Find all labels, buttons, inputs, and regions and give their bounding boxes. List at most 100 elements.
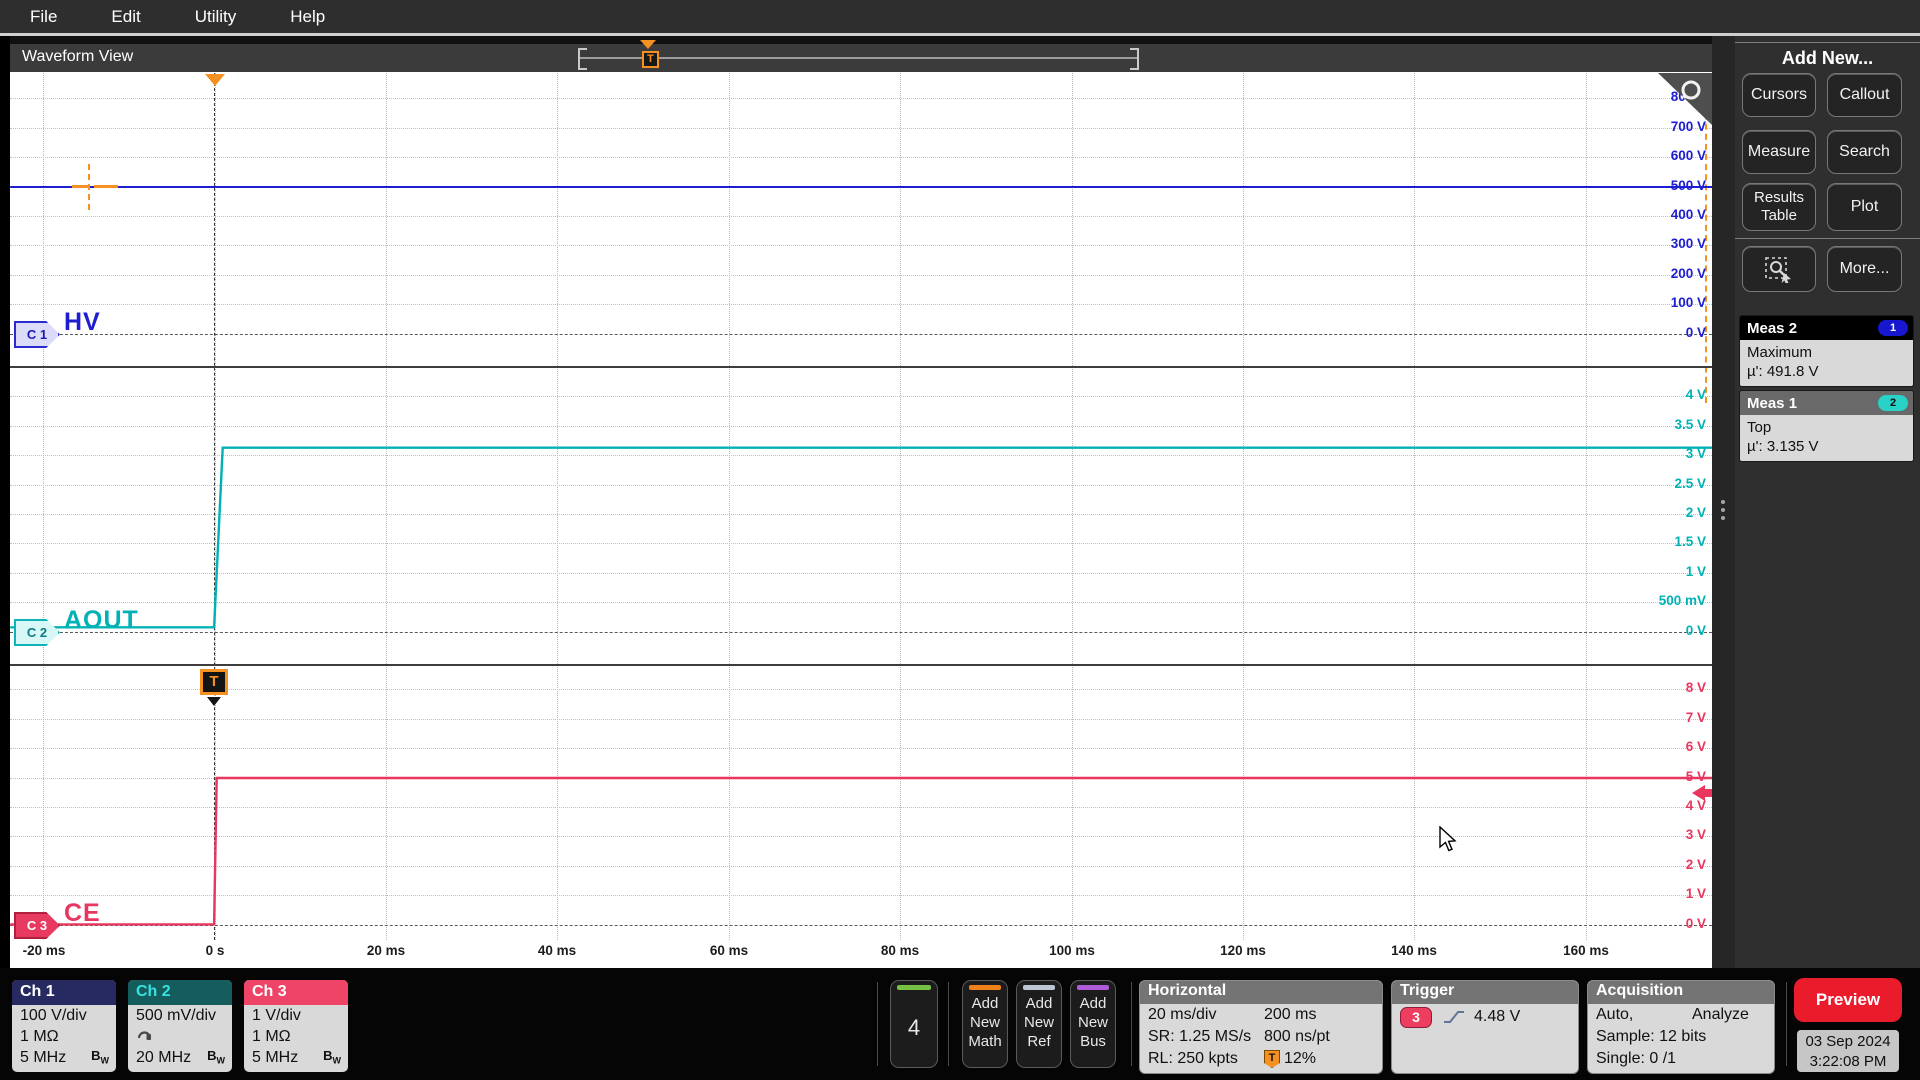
channel2-badge[interactable]: Ch 2 500 mV/div 20 MHz BW [128,980,232,1072]
bus-stripe [1077,985,1109,990]
add-new-bus-button[interactable]: Add New Bus [1070,980,1116,1068]
meas1-body: Top µ': 3.135 V [1740,415,1913,461]
menu-edit[interactable]: Edit [111,7,140,27]
trigger-position-triangle-icon[interactable] [640,40,656,49]
divider [948,982,949,1066]
channel3-badge-title: Ch 3 [244,980,348,1005]
search-button[interactable]: Search [1827,130,1902,174]
menu-bar: File Edit Utility Help [0,0,1920,33]
meas1-title: Meas 1 [1747,394,1798,412]
add-new-ref-label: Add New Ref [1023,995,1054,1050]
panel-splitter[interactable] [1712,36,1735,968]
ref-stripe [1023,985,1055,990]
bandwidth-limit-icon: BW [91,1048,109,1066]
meas1-value: µ': 3.135 V [1747,438,1819,455]
channel4-stripe [897,985,931,990]
trigger-flag-icon[interactable]: T [200,669,228,695]
channel2-scale: 500 mV/div [136,1007,217,1024]
acquisition-panel[interactable]: Acquisition Auto, Analyze Sample: 12 bit… [1587,980,1775,1074]
meas2-source-badge: 1 [1878,320,1908,336]
horizontal-title: Horizontal [1140,981,1382,1004]
horizontal-scale: 20 ms/div [1148,1006,1217,1023]
record-length-bar [578,57,1139,59]
time-label: 3:22:08 PM [1809,1053,1887,1070]
acquisition-analyze: Analyze [1692,1006,1749,1023]
panel-divider [1735,42,1920,43]
meas2-title: Meas 2 [1747,319,1798,337]
cursors-button[interactable]: Cursors [1742,73,1816,117]
math-stripe [969,985,1001,990]
more-button[interactable]: More... [1827,246,1902,292]
trigger-position-flag-icon[interactable]: T [642,51,659,68]
channel2-probe-row [128,1026,232,1047]
channel1-label: HV [64,308,101,336]
channel1-badge[interactable]: Ch 1 100 V/div 1 MΩ 5 MHz BW [12,980,116,1072]
channel4-button[interactable]: 4 [890,980,938,1068]
right-panel: Add New... Cursors Callout Measure Searc… [1735,36,1920,968]
record-end-bracket [1130,48,1139,70]
trigger-position-icon: T [1264,1050,1280,1068]
channel3-impedance: 1 MΩ [252,1028,291,1045]
horizontal-position-overview[interactable]: T [578,40,1139,72]
results-table-button[interactable]: Results Table [1742,183,1816,231]
divider [877,982,878,1066]
trigger-level-arrow-tail [1705,789,1712,797]
trigger-panel[interactable]: Trigger 3 4.48 V [1391,980,1579,1074]
measure-button[interactable]: Measure [1742,130,1816,174]
acquisition-mode: Auto, [1596,1006,1634,1023]
channel4-label: 4 [907,1015,921,1040]
channel3-label: CE [64,899,101,927]
trigger-flag-pointer [207,697,221,706]
plot-button[interactable]: Plot [1827,183,1902,231]
waveform-view-title[interactable]: Waveform View [22,48,133,66]
mouse-cursor [1439,826,1457,852]
bandwidth-limit-icon: BW [207,1048,225,1066]
trigger-top-triangle-icon[interactable] [205,74,225,86]
splitter-handle-icon[interactable] [1721,496,1725,524]
meas2-type: Maximum [1747,344,1813,361]
meas2-header: Meas 2 1 [1740,316,1913,340]
datetime-badge: 03 Sep 2024 3:22:08 PM [1797,1030,1899,1072]
measurement-badge-meas1[interactable]: Meas 1 2 Top µ': 3.135 V [1739,390,1914,462]
channel3-badge[interactable]: Ch 3 1 V/div 1 MΩ 5 MHz BW [244,980,348,1072]
acquisition-title: Acquisition [1588,981,1774,1004]
trigger-position-percent: 12% [1284,1050,1317,1067]
date-label: 03 Sep 2024 [1805,1033,1891,1050]
channel1-scale: 100 V/div [20,1007,87,1024]
channel2-label: AOUT [64,606,139,634]
add-new-title: Add New... [1781,48,1874,68]
menu-file[interactable]: File [30,7,57,27]
channel2-badge-title: Ch 2 [128,980,232,1005]
zoom-select-button[interactable] [1742,246,1816,292]
trigger-level-arrow-head [1692,785,1705,801]
add-new-math-button[interactable]: Add New Math [962,980,1008,1068]
acquisition-sample: Sample: 12 bits [1596,1028,1707,1045]
sample-rate: SR: 1.25 MS/s [1148,1028,1252,1045]
add-new-ref-button[interactable]: Add New Ref [1016,980,1062,1068]
divider [1131,982,1132,1066]
measurement-gate-marker-v [88,164,90,210]
meas2-value: µ': 491.8 V [1747,363,1819,380]
callout-button[interactable]: Callout [1827,73,1902,117]
preview-button[interactable]: Preview [1794,978,1902,1022]
menu-utility[interactable]: Utility [195,7,237,27]
bottom-bar: Ch 1 100 V/div 1 MΩ 5 MHz BW Ch 2 500 mV… [0,968,1920,1080]
panel-divider [1735,238,1920,239]
measurement-badge-meas2[interactable]: Meas 2 1 Maximum µ': 491.8 V [1739,315,1914,387]
meas1-source-badge: 2 [1878,395,1908,411]
horizontal-panel[interactable]: Horizontal 20 ms/div 200 ms SR: 1.25 MS/… [1139,980,1383,1074]
channel1-badge-title: Ch 1 [12,980,116,1005]
zoom-select-icon [1765,257,1791,283]
acquisition-single: Single: 0 /1 [1596,1050,1677,1067]
channel1-impedance: 1 MΩ [20,1028,59,1045]
meas1-header: Meas 1 2 [1740,391,1913,415]
menu-help[interactable]: Help [290,7,325,27]
meas2-body: Maximum µ': 491.8 V [1740,340,1913,386]
divider [1786,982,1787,1066]
horizontal-window: 200 ms [1264,1006,1317,1023]
record-start-bracket [578,48,587,70]
probe-icon [137,1031,152,1040]
measurement-gate-marker-h2 [94,185,118,188]
channel3-scale: 1 V/div [252,1007,301,1024]
meas1-type: Top [1747,419,1772,436]
